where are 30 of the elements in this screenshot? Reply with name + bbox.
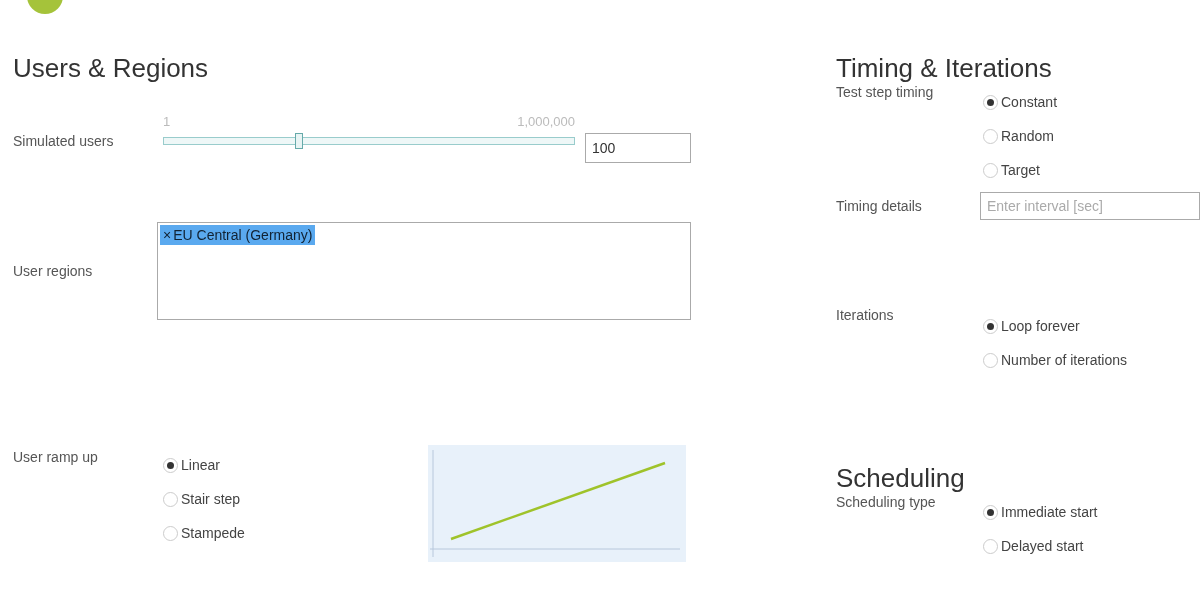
- field-label: Simulated users: [13, 133, 115, 151]
- radio-option[interactable]: Loop forever: [983, 318, 1128, 334]
- slider-max-label: 1,000,000: [517, 114, 575, 129]
- regions-field[interactable]: ×EU Central (Germany): [157, 222, 691, 320]
- field-label: User ramp up: [13, 449, 99, 465]
- field-label: Iterations: [836, 307, 895, 323]
- radio-option[interactable]: Constant: [983, 94, 1058, 110]
- section-title: Scheduling: [836, 462, 966, 494]
- tag-label: EU Central (Germany): [173, 227, 313, 243]
- slider-min-label: 1: [163, 114, 171, 129]
- radio-option[interactable]: Number of iterations: [983, 352, 1128, 368]
- radio-option[interactable]: Delayed start: [983, 538, 1098, 554]
- logo-icon: [27, 0, 63, 14]
- radio-option[interactable]: Stair step: [163, 491, 428, 507]
- slider-track[interactable]: [163, 133, 575, 149]
- field-label: Scheduling type: [836, 494, 937, 510]
- field-label: User regions: [13, 263, 94, 279]
- field-label: Test step timing: [836, 84, 935, 100]
- section-title: Users & Regions: [13, 52, 210, 84]
- interval-input[interactable]: Enter interval [sec]: [980, 192, 1200, 220]
- remove-tag-button[interactable]: ×: [163, 227, 172, 243]
- radio-option[interactable]: Random: [983, 128, 1058, 144]
- radio-option[interactable]: Target: [983, 162, 1058, 178]
- radio-option[interactable]: Stampede: [163, 525, 428, 541]
- field-label: Timing details: [836, 198, 923, 214]
- section-title: Timing & Iterations: [836, 52, 1053, 84]
- radio-option[interactable]: Immediate start: [983, 504, 1098, 520]
- radio-option[interactable]: Linear: [163, 457, 428, 473]
- slider-thumb[interactable]: [294, 133, 303, 149]
- users-input[interactable]: 100: [585, 133, 691, 163]
